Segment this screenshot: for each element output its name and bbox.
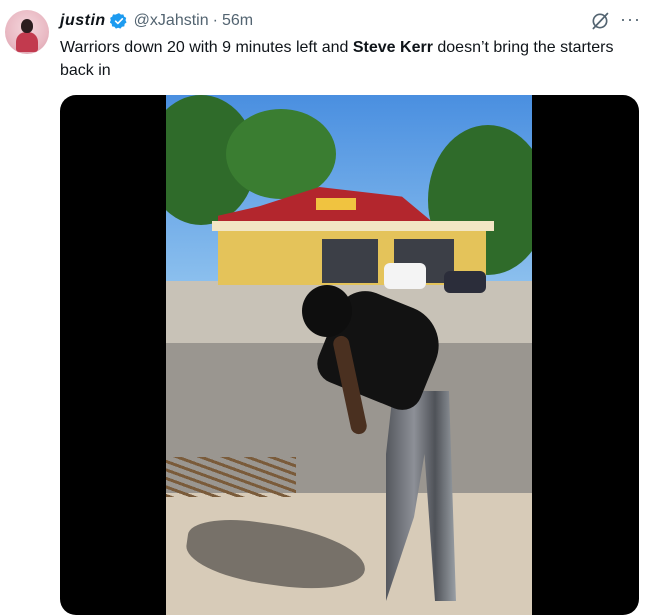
tweet-text-mention[interactable]: Steve Kerr xyxy=(353,39,433,56)
video-debris xyxy=(166,457,296,497)
tweet-text-part: Warriors down 20 with 9 minutes left and xyxy=(60,39,353,56)
video-person-head xyxy=(302,285,352,337)
video-car-white xyxy=(384,263,426,289)
display-name[interactable]: justin xyxy=(60,12,106,30)
video-car-dark xyxy=(444,271,486,293)
avatar-figure-body xyxy=(16,32,38,52)
video-tree xyxy=(226,109,336,199)
tweet-header: justin @xJahstin · 56m xyxy=(60,10,253,32)
separator-dot: · xyxy=(212,12,218,29)
handle[interactable]: @xJahstin xyxy=(134,12,209,30)
video-frame[interactable] xyxy=(166,95,532,615)
tweet-text: Warriors down 20 with 9 minutes left and… xyxy=(60,36,640,82)
video-awning xyxy=(212,221,494,231)
grok-icon[interactable] xyxy=(590,11,610,31)
timestamp[interactable]: 56m xyxy=(222,12,253,30)
video-player[interactable] xyxy=(60,95,639,615)
avatar[interactable] xyxy=(5,10,49,54)
video-store-sign xyxy=(316,198,356,210)
avatar-figure-head xyxy=(21,19,33,33)
verified-badge-icon xyxy=(109,13,127,29)
more-icon[interactable]: ··· xyxy=(620,9,641,30)
video-window xyxy=(322,239,378,283)
